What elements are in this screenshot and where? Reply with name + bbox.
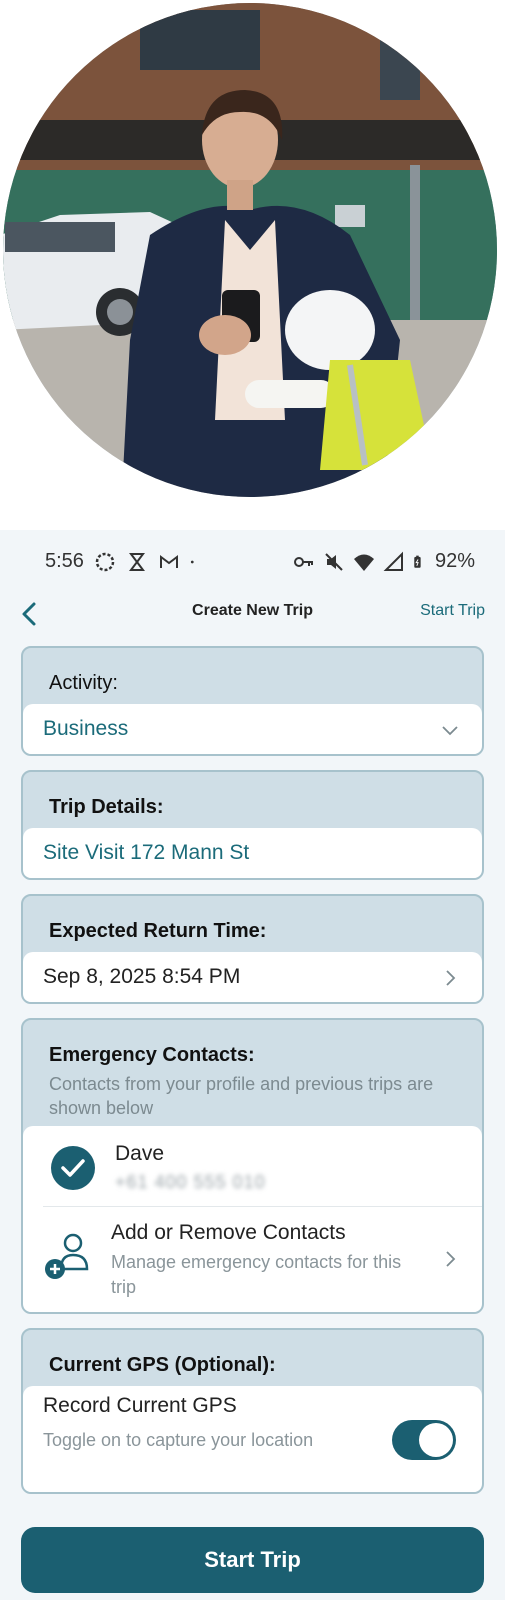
- battery-icon: [414, 555, 421, 568]
- start-trip-button[interactable]: Start Trip: [21, 1527, 484, 1593]
- return-time-value: Sep 8, 2025 8:54 PM: [43, 965, 241, 988]
- signal-app-icon: [95, 552, 115, 571]
- gps-label: Current GPS (Optional):: [49, 1354, 276, 1376]
- activity-value: Business: [43, 717, 129, 740]
- gmail-icon: [159, 554, 178, 568]
- battery-percent: 92%: [434, 550, 475, 572]
- dot-icon: [190, 560, 194, 563]
- toggle-knob: [419, 1423, 453, 1457]
- record-gps-toggle[interactable]: [392, 1420, 456, 1460]
- contact-checked-checkbox[interactable]: [51, 1146, 95, 1190]
- activity-select[interactable]: Business: [23, 704, 482, 754]
- hero-photo: [0, 0, 505, 530]
- return-time-label: Expected Return Time:: [49, 920, 267, 942]
- hero-photo-illustration: [3, 3, 497, 497]
- return-time-card: Expected Return Time: Sep 8, 2025 8:54 P…: [21, 894, 484, 1004]
- status-time: 5:56: [45, 550, 84, 572]
- nav-bar: Create New Trip Start Trip: [0, 590, 505, 640]
- gps-toggle-subtitle: Toggle on to capture your location: [43, 1430, 314, 1450]
- add-person-icon: [45, 1233, 89, 1279]
- trip-details-input[interactable]: Site Visit 172 Mann St: [23, 828, 482, 878]
- chevron-right-icon: [446, 970, 456, 986]
- emergency-contacts-card: Emergency Contacts: Contacts from your p…: [21, 1018, 484, 1314]
- status-bar: 5:56 92%: [0, 540, 505, 584]
- hourglass-icon: [128, 552, 145, 571]
- contact-row[interactable]: Dave +61 400 555 010: [23, 1126, 482, 1206]
- checkmark-icon: [61, 1159, 85, 1177]
- trip-details-label: Trip Details:: [49, 796, 164, 818]
- contact-name: Dave: [115, 1142, 165, 1165]
- contact-phone-redacted: +61 400 555 010: [115, 1172, 266, 1192]
- chevron-right-icon: [446, 1251, 456, 1267]
- phone-screen: 5:56 92% Create New Trip Start Trip Acti…: [0, 530, 505, 1600]
- emergency-contacts-subtitle: Contacts from your profile and previous …: [49, 1074, 434, 1118]
- add-remove-contacts-row[interactable]: Add or Remove Contacts Manage emergency …: [23, 1207, 482, 1312]
- gps-card: Current GPS (Optional): Record Current G…: [21, 1328, 484, 1494]
- return-time-picker[interactable]: Sep 8, 2025 8:54 PM: [23, 952, 482, 1002]
- trip-details-card: Trip Details: Site Visit 172 Mann St: [21, 770, 484, 880]
- activity-label: Activity:: [49, 672, 118, 694]
- activity-card: Activity: Business: [21, 646, 484, 756]
- add-contacts-title: Add or Remove Contacts: [111, 1221, 346, 1244]
- start-trip-nav-button[interactable]: Start Trip: [420, 602, 485, 620]
- emergency-contacts-label: Emergency Contacts:: [49, 1044, 255, 1066]
- mute-icon: [325, 552, 343, 571]
- contacts-list: Dave +61 400 555 010 Add or Remove Conta…: [23, 1126, 482, 1312]
- key-icon: [293, 556, 313, 567]
- gps-toggle-title: Record Current GPS: [43, 1394, 237, 1417]
- add-contacts-subtitle: Manage emergency contacts for this trip: [111, 1252, 402, 1297]
- cell-signal-icon: [383, 551, 403, 571]
- trip-details-value: Site Visit 172 Mann St: [43, 841, 250, 864]
- gps-toggle-row: Record Current GPS Toggle on to capture …: [23, 1386, 482, 1492]
- chevron-down-icon: [442, 726, 458, 736]
- wifi-icon: [353, 554, 374, 571]
